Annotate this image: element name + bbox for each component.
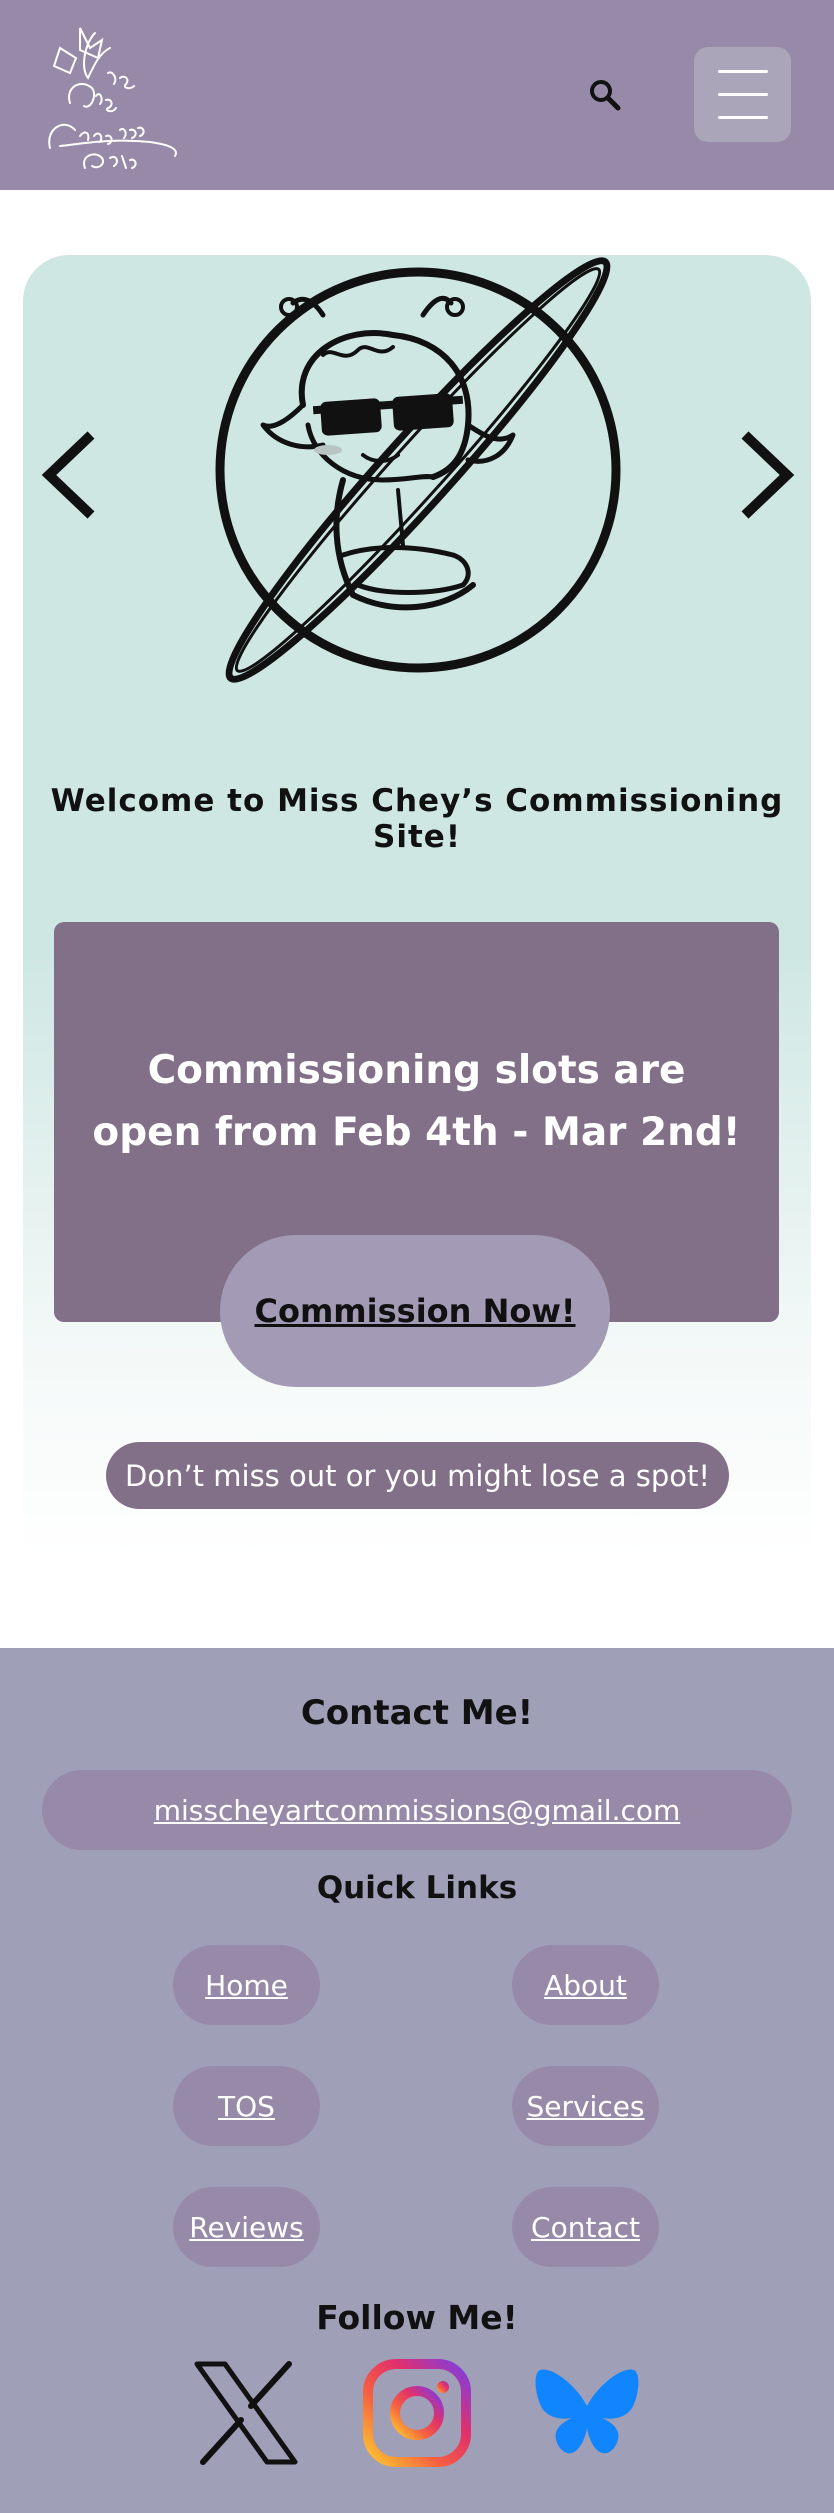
- site-logo[interactable]: [40, 18, 190, 173]
- email-link[interactable]: misscheyartcommissions@gmail.com: [42, 1770, 792, 1850]
- character-illustration: [193, 255, 643, 685]
- menu-line-icon: [717, 116, 768, 119]
- hero-section: Welcome to Miss Chey’s Commissioning Sit…: [23, 255, 811, 1560]
- follow-heading: Follow Me!: [316, 2298, 518, 2337]
- carousel-prev-button[interactable]: [33, 415, 113, 535]
- quick-link-tos[interactable]: TOS: [173, 2066, 320, 2146]
- welcome-heading: Welcome to Miss Chey’s Commissioning Sit…: [50, 783, 784, 855]
- chevron-right-icon: [741, 431, 795, 519]
- slots-line-2: open from Feb 4th - Mar 2nd!: [92, 1110, 741, 1155]
- quick-link-about[interactable]: About: [512, 1945, 659, 2025]
- contact-heading: Contact Me!: [300, 1693, 534, 1733]
- quick-links-heading: Quick Links: [316, 1870, 518, 1906]
- x-social-link[interactable]: [191, 2358, 301, 2468]
- chevron-left-icon: [41, 431, 95, 519]
- slots-line-1: Commissioning slots are: [147, 1048, 686, 1093]
- quick-link-contact[interactable]: Contact: [512, 2187, 659, 2267]
- bluesky-icon: [535, 2369, 639, 2454]
- site-footer: Contact Me! misscheyartcommissions@gmail…: [0, 1648, 834, 2513]
- menu-line-icon: [717, 93, 768, 96]
- search-button[interactable]: [580, 70, 630, 120]
- quick-link-reviews[interactable]: Reviews: [173, 2187, 320, 2267]
- quick-link-home[interactable]: Home: [173, 1945, 320, 2025]
- carousel-next-button[interactable]: [723, 415, 803, 535]
- instagram-social-link[interactable]: [362, 2358, 472, 2468]
- logo-signature-icon: [48, 27, 177, 169]
- menu-line-icon: [717, 70, 768, 73]
- search-icon: [590, 80, 621, 111]
- character-planet-image: [215, 257, 621, 683]
- spot-warning-badge: Don’t miss out or you might lose a spot!: [106, 1442, 729, 1509]
- commission-now-button[interactable]: Commission Now!: [220, 1235, 610, 1387]
- quick-link-services[interactable]: Services: [512, 2066, 659, 2146]
- instagram-icon: [363, 2359, 471, 2467]
- bluesky-social-link[interactable]: [532, 2358, 642, 2468]
- x-icon: [194, 2361, 298, 2465]
- hamburger-menu-button[interactable]: [694, 47, 791, 142]
- site-header: [0, 0, 834, 190]
